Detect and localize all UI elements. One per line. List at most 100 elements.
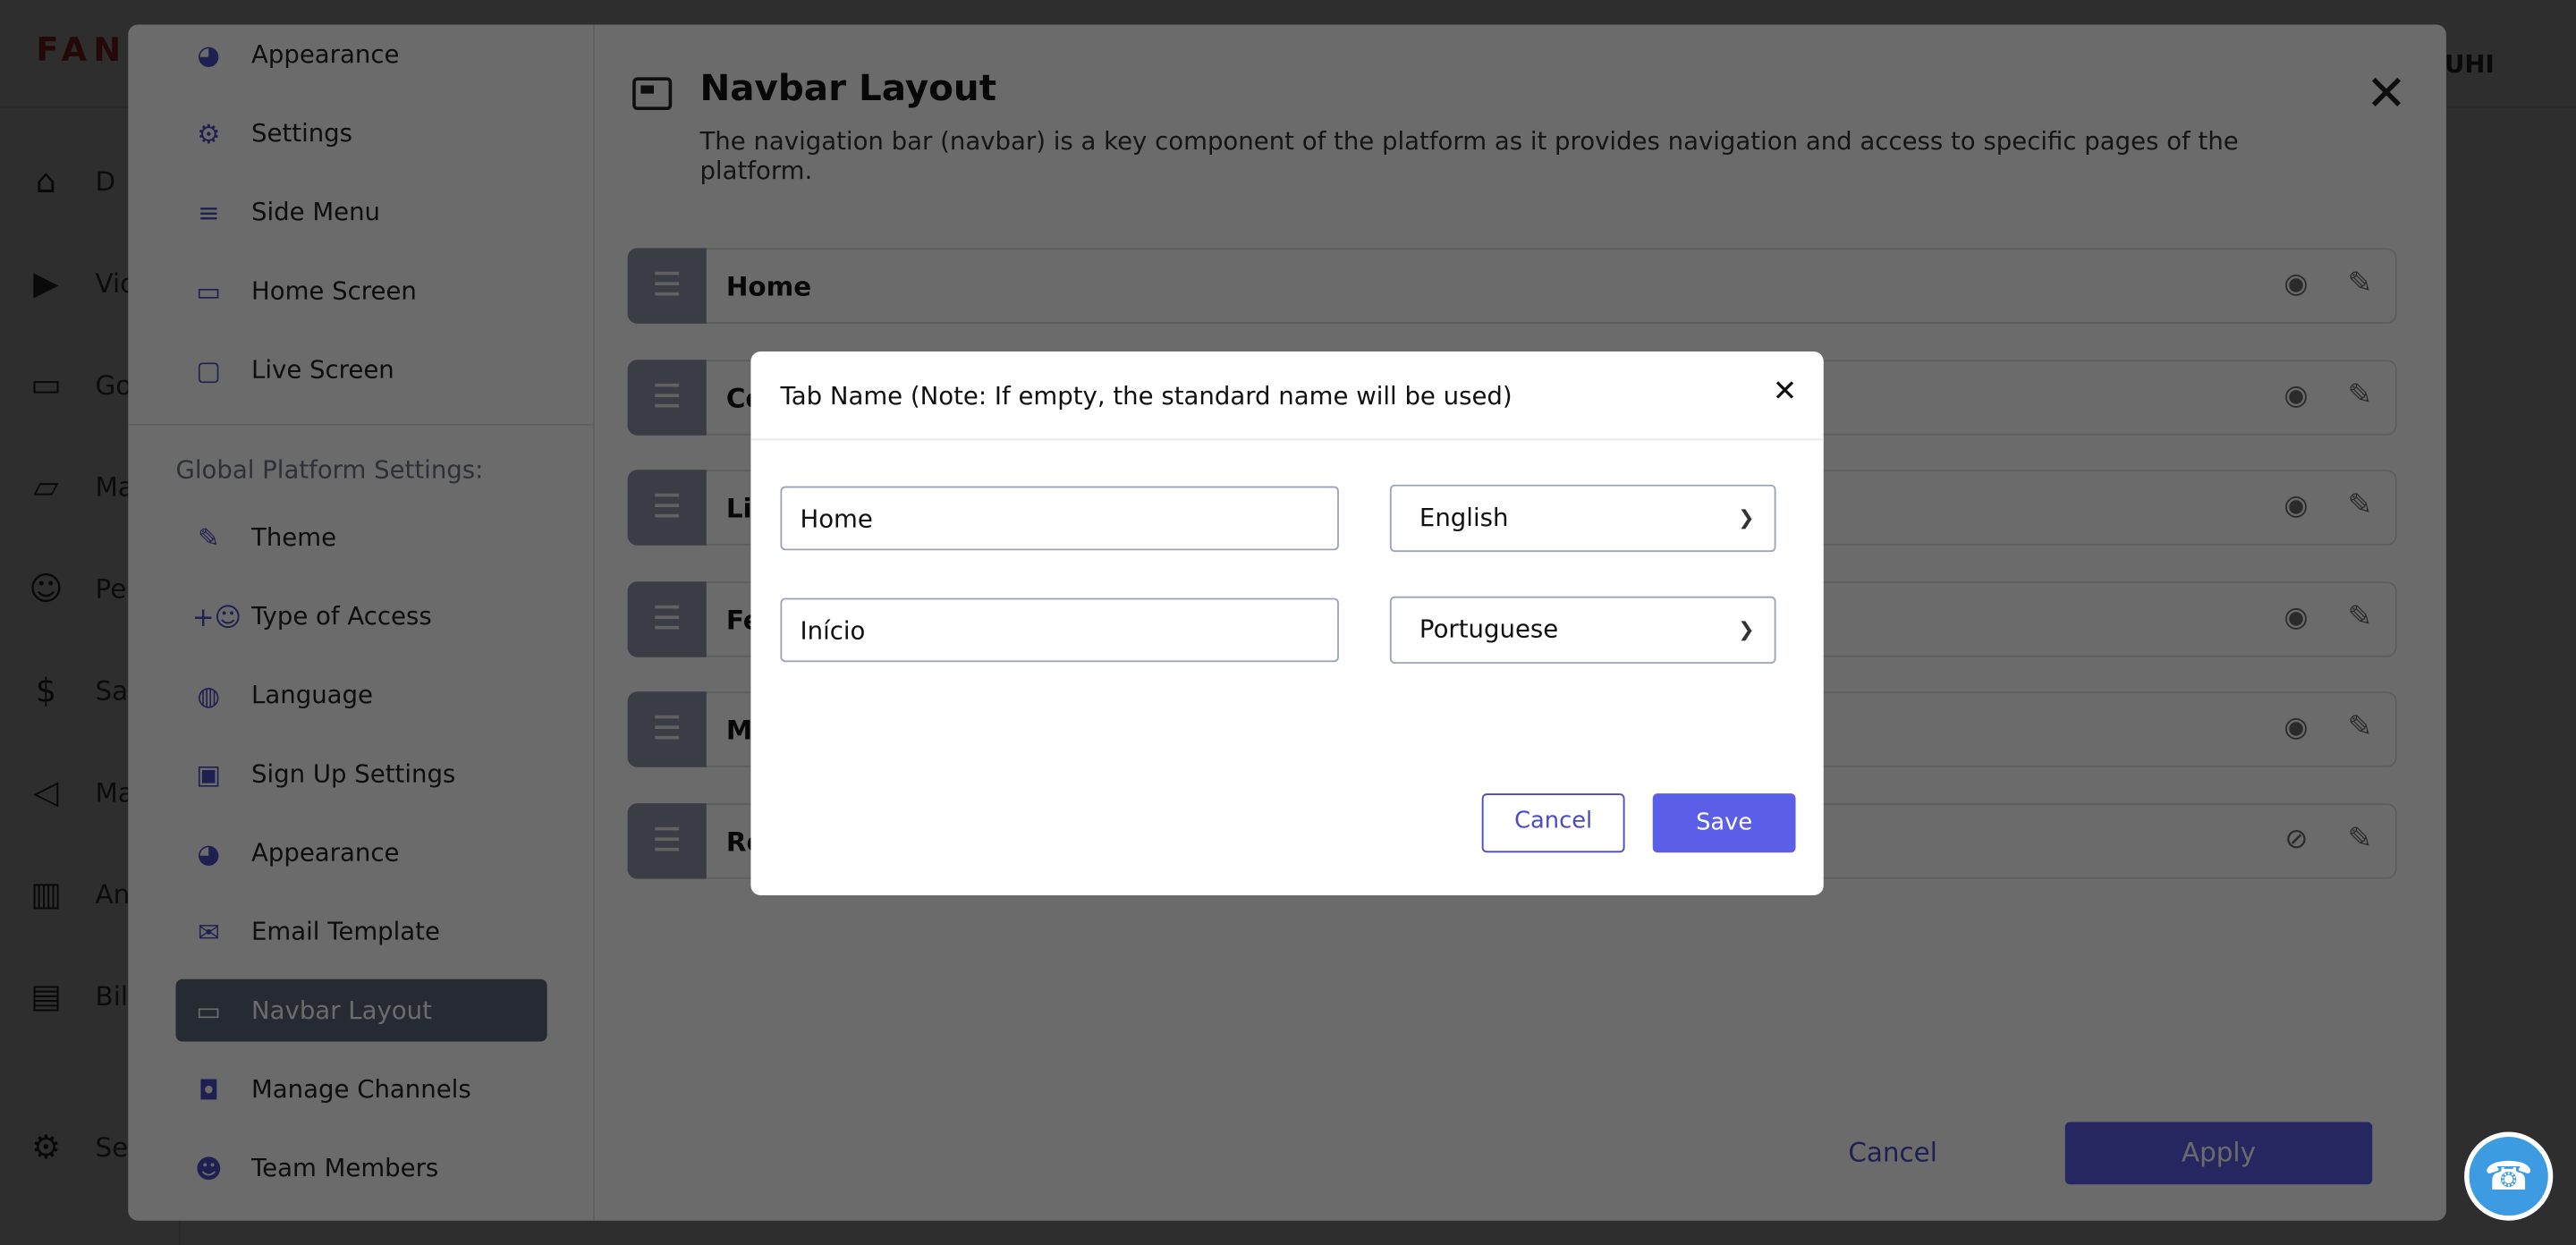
sidebar-item-label: Appearance: [251, 39, 400, 70]
eye-icon[interactable]: ◉: [2284, 378, 2308, 411]
invoice-icon: ▤: [30, 976, 62, 1016]
megaphone-icon: ◁: [33, 772, 59, 812]
navbar-icon: ▭: [196, 995, 222, 1027]
settings-sidebar: Global Platform Settings: ◕ Appearance ⚙ Se…: [128, 24, 595, 1221]
headset-icon: ☎: [2484, 1153, 2534, 1199]
pencil-icon[interactable]: ✎: [2348, 488, 2373, 523]
pencil-icon[interactable]: ✎: [2348, 709, 2373, 744]
sidebar-item-side-menu[interactable]: ≡ Side Menu: [176, 181, 547, 243]
app-sidebar-item[interactable]: ⚙ Se: [26, 1127, 128, 1166]
pencil-icon[interactable]: ✎: [2348, 267, 2373, 301]
sidebar-item-label: Manage Channels: [251, 1074, 471, 1105]
sidebar-item-label: Sign Up Settings: [251, 758, 456, 789]
screen-gear-icon: ▢: [196, 353, 222, 385]
close-icon[interactable]: ✕: [1773, 375, 1798, 410]
sidebar-item-navbar-layout[interactable]: ▭ Navbar Layout: [175, 978, 547, 1042]
chevron-down-icon: ❯: [1738, 617, 1755, 641]
selected-language: English: [1419, 503, 1509, 533]
gear-icon: ⚙: [197, 117, 221, 149]
logo: FAN: [36, 30, 128, 70]
sidebar-item-label: Home Screen: [251, 275, 417, 306]
dialog-header: Tab Name (Note: If empty, the standard n…: [750, 351, 1824, 441]
selected-language: Portuguese: [1419, 614, 1559, 644]
mail-icon: ✉: [197, 915, 220, 947]
dialog-cancel-button[interactable]: Cancel: [1481, 793, 1625, 853]
folder-gear-icon: ▱: [33, 466, 59, 506]
sidebar-item-team-members[interactable]: ☻ Team Members: [176, 1137, 547, 1199]
app-sidebar-label: Bil: [95, 979, 129, 1012]
close-icon[interactable]: ✕: [2366, 65, 2407, 123]
sidebar-item-home-screen[interactable]: ▭ Home Screen: [176, 259, 547, 322]
app-sidebar-label: Go: [95, 368, 132, 401]
app-sidebar-item[interactable]: ▭ Go: [26, 365, 131, 404]
eye-icon[interactable]: ◉: [2284, 489, 2308, 522]
pencil-icon[interactable]: ✎: [2348, 377, 2373, 412]
eye-off-icon[interactable]: ⊘: [2284, 822, 2308, 855]
pencil-icon[interactable]: ✎: [2348, 598, 2373, 633]
sidebar-item-type-of-access[interactable]: +☺ Type of Access: [176, 585, 547, 648]
sidebar-item-sign-up-settings[interactable]: ▣ Sign Up Settings: [176, 742, 547, 805]
play-circle-icon: ▶: [33, 262, 59, 302]
app-sidebar-item[interactable]: $ Sal: [26, 670, 136, 709]
palette-icon: ◕: [197, 38, 221, 71]
app-sidebar-label: Se: [95, 1131, 129, 1163]
list-play-icon: ≡: [197, 196, 220, 228]
dialog-title: Tab Name (Note: If empty, the standard n…: [780, 381, 1513, 411]
app-sidebar-item[interactable]: ▱ Ma: [26, 467, 134, 506]
sidebar-item-label: Email Template: [251, 916, 440, 946]
drag-handle-icon[interactable]: ☰: [627, 248, 707, 324]
team-icon: ☻: [194, 1152, 223, 1184]
cancel-button[interactable]: Cancel: [1848, 1137, 1937, 1168]
eye-icon[interactable]: ◉: [2284, 600, 2308, 633]
group-title: Global Platform Settings:: [175, 454, 484, 485]
people-icon: ☺: [29, 568, 64, 608]
language-select-portuguese[interactable]: Portuguese ❯: [1389, 596, 1776, 665]
sidebar-item-label: Team Members: [251, 1153, 439, 1183]
sidebar-item-label: Live Screen: [251, 354, 394, 385]
app-sidebar-item[interactable]: ▶ Vic: [26, 263, 134, 302]
sidebar-item-language[interactable]: ◍ Language: [176, 664, 547, 726]
dialog-save-button[interactable]: Save: [1652, 793, 1796, 853]
sidebar-item-settings[interactable]: ⚙ Settings: [176, 102, 547, 165]
app-sidebar-item[interactable]: ◁ Ma: [26, 772, 134, 811]
pencil-icon[interactable]: ✎: [2348, 820, 2373, 855]
help-chat-button[interactable]: ☎: [2464, 1131, 2554, 1221]
drag-handle-icon[interactable]: ☰: [627, 802, 707, 878]
drag-handle-icon[interactable]: ☰: [627, 470, 707, 546]
user-menu[interactable]: UHI: [2445, 49, 2495, 79]
app-sidebar-label: An: [95, 877, 131, 910]
sidebar-item-live-screen[interactable]: ▢ Live Screen: [176, 338, 547, 401]
sidebar-item-label: Settings: [251, 118, 353, 148]
sidebar-item-email-template[interactable]: ✉ Email Template: [176, 901, 547, 963]
divider: [128, 423, 595, 426]
tv-icon: ▭: [30, 364, 62, 404]
chart-icon: ▥: [30, 874, 62, 914]
tab-name-input-portuguese[interactable]: [780, 597, 1339, 663]
language-select-english[interactable]: English ❯: [1389, 484, 1776, 553]
eye-icon[interactable]: ◉: [2284, 267, 2308, 301]
tab-name-input-english[interactable]: [780, 486, 1339, 551]
eye-icon[interactable]: ◉: [2284, 711, 2308, 744]
sidebar-item-label: Type of Access: [251, 601, 432, 631]
sidebar-item-theme[interactable]: ✎ Theme: [176, 506, 547, 569]
sidebar-item-label: Language: [251, 680, 373, 710]
chevron-down-icon: ❯: [1738, 505, 1755, 529]
app-sidebar-item[interactable]: ▥ An: [26, 874, 130, 913]
app-sidebar-item[interactable]: ⌂ D: [26, 161, 115, 200]
palette-icon: ◕: [197, 836, 221, 868]
video-icon: ▭: [196, 275, 222, 307]
drag-handle-icon[interactable]: ☰: [627, 359, 707, 435]
cast-icon: ◘: [198, 1073, 219, 1105]
sidebar-item-appearance[interactable]: ◕ Appearance: [176, 25, 547, 86]
gear-icon: ⚙: [30, 1126, 61, 1167]
app-sidebar-item[interactable]: ☺ Pe: [26, 569, 126, 608]
drag-handle-icon[interactable]: ☰: [627, 691, 707, 767]
id-card-icon: ▣: [196, 758, 222, 790]
app-sidebar-item[interactable]: ▤ Bil: [26, 976, 128, 1015]
drag-handle-icon[interactable]: ☰: [627, 580, 707, 656]
sidebar-item-label: Theme: [251, 522, 337, 553]
sidebar-item-manage-channels[interactable]: ◘ Manage Channels: [176, 1058, 547, 1121]
sidebar-item-appearance[interactable]: ◕ Appearance: [176, 821, 547, 884]
apply-button[interactable]: Apply: [2064, 1122, 2373, 1185]
pencil-icon: ✎: [197, 521, 220, 554]
